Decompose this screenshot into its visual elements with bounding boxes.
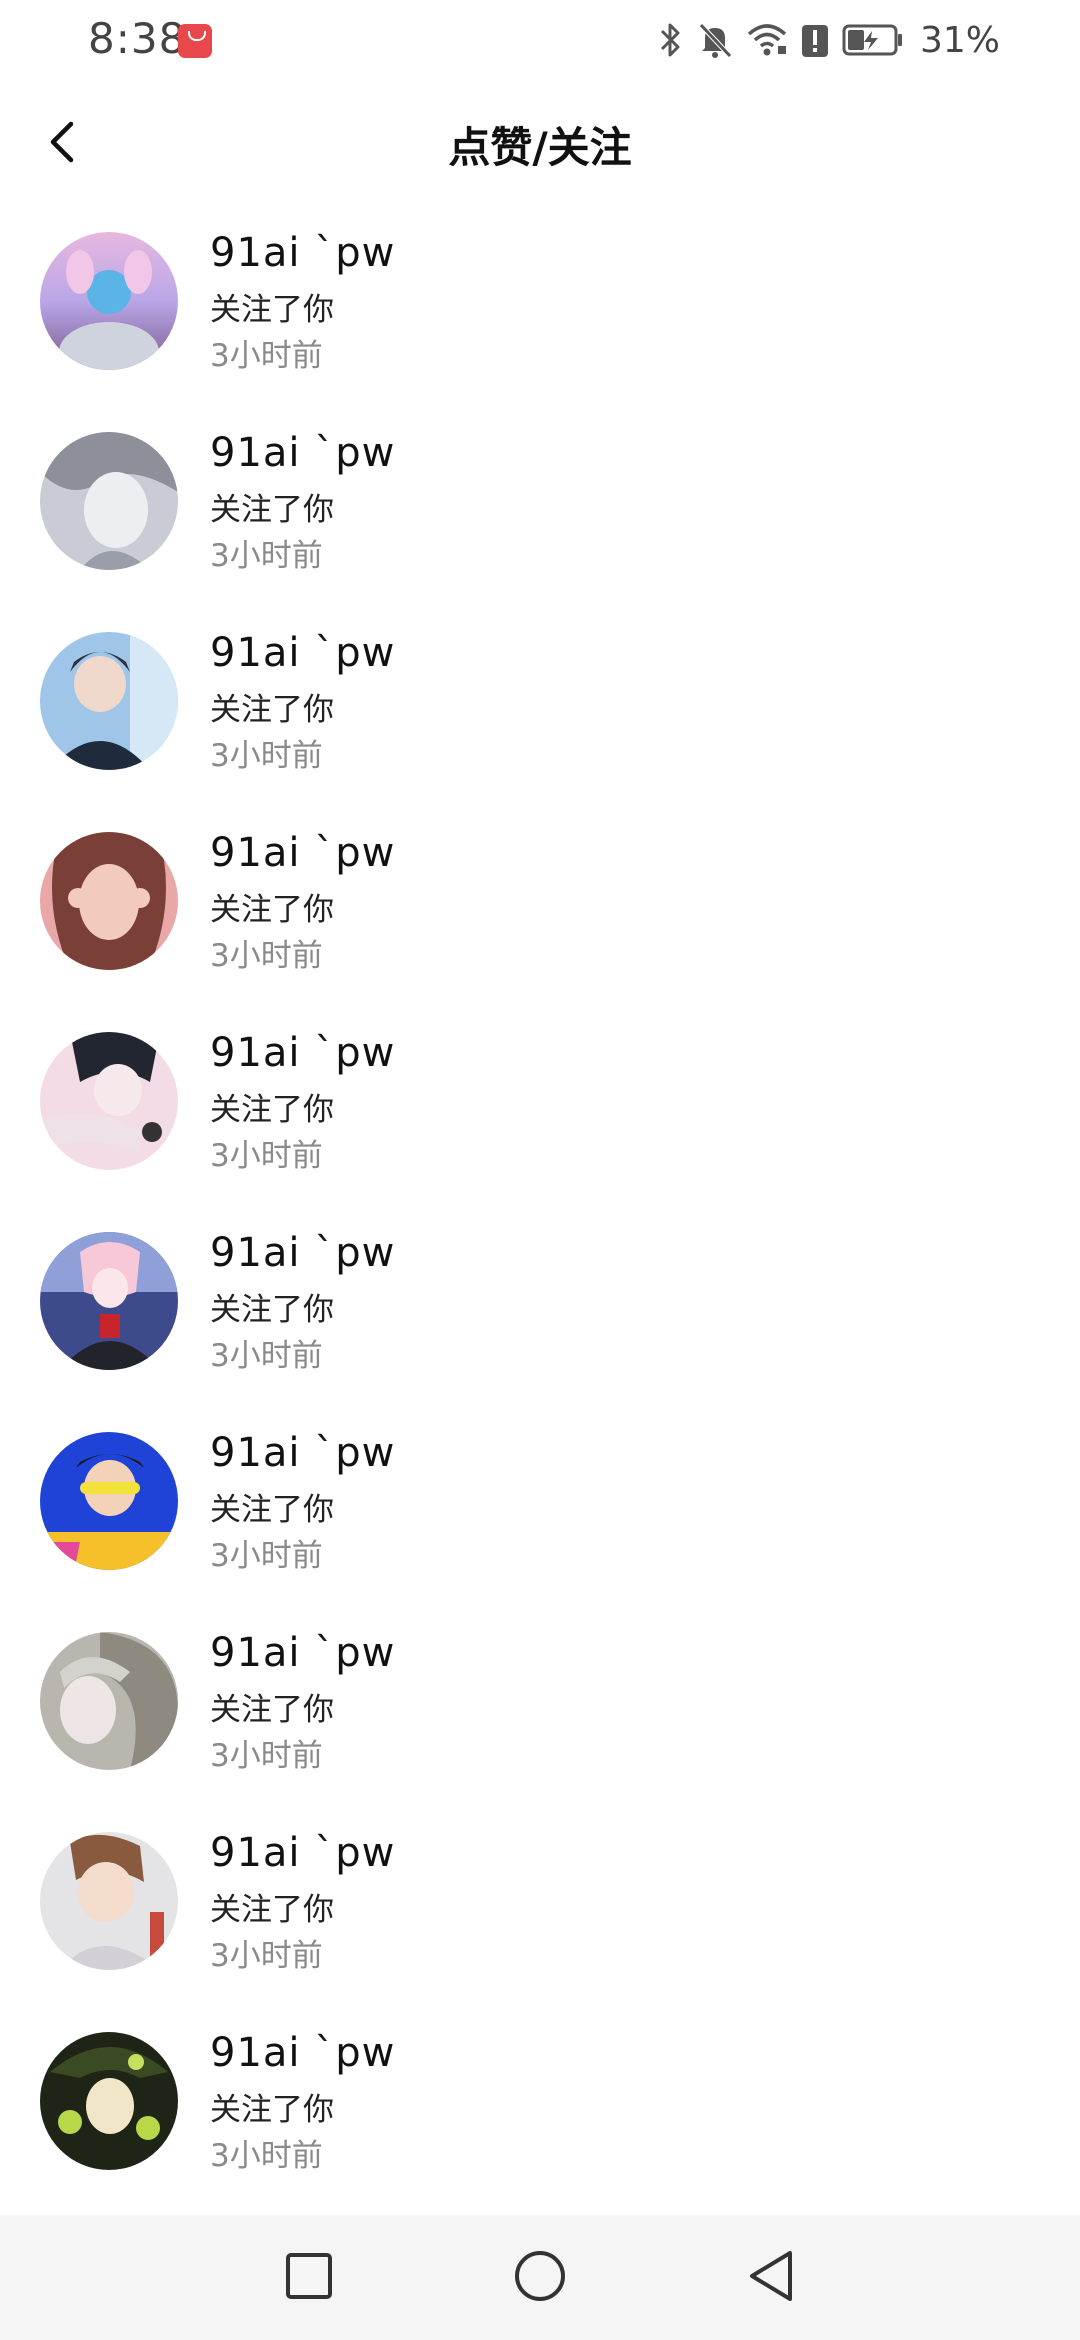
notification-action: 关注了你 <box>210 1492 334 1528</box>
notification-action: 关注了你 <box>210 1692 334 1728</box>
bluetooth-icon <box>658 20 684 60</box>
battery-charging-icon <box>842 20 904 60</box>
notification-action: 关注了你 <box>210 1892 334 1928</box>
notification-time: 3小时前 <box>210 738 323 774</box>
navigation-bar <box>0 2215 1080 2340</box>
user-name[interactable]: 91ai `pw <box>210 230 395 276</box>
list-item[interactable]: 91ai `pw 关注了你 3小时前 <box>0 620 1080 820</box>
list-item[interactable]: 91ai `pw 关注了你 3小时前 <box>0 220 1080 420</box>
alert-icon <box>800 20 830 60</box>
notification-time: 3小时前 <box>210 1938 323 1974</box>
list-item[interactable]: 91ai `pw 关注了你 3小时前 <box>0 1220 1080 1420</box>
list-item[interactable]: 91ai `pw 关注了你 3小时前 <box>0 420 1080 620</box>
wifi-icon <box>746 20 788 60</box>
user-name[interactable]: 91ai `pw <box>210 830 395 876</box>
avatar[interactable] <box>40 1432 178 1570</box>
recent-apps-button[interactable] <box>272 2241 346 2315</box>
notification-list[interactable]: 91ai `pw 关注了你 3小时前 91ai `pw 关注了你 3小时前 91… <box>0 220 1080 2220</box>
notification-time: 3小时前 <box>210 1538 323 1574</box>
notification-action: 关注了你 <box>210 492 334 528</box>
notification-time: 3小时前 <box>210 1738 323 1774</box>
status-icons: 31% <box>658 18 1000 62</box>
notification-time: 3小时前 <box>210 338 323 374</box>
user-name[interactable]: 91ai `pw <box>210 1230 395 1276</box>
status-time: 8:38 <box>88 14 187 63</box>
notification-action: 关注了你 <box>210 1092 334 1128</box>
notification-action: 关注了你 <box>210 292 334 328</box>
list-item[interactable]: 91ai `pw 关注了你 3小时前 <box>0 2020 1080 2220</box>
list-item[interactable]: 91ai `pw 关注了你 3小时前 <box>0 820 1080 1020</box>
notification-time: 3小时前 <box>210 2138 323 2174</box>
back-triangle-icon <box>746 2249 796 2307</box>
avatar[interactable] <box>40 632 178 770</box>
avatar[interactable] <box>40 1632 178 1770</box>
battery-percent: 31% <box>919 19 1000 61</box>
list-item[interactable]: 91ai `pw 关注了你 3小时前 <box>0 1620 1080 1820</box>
list-item[interactable]: 91ai `pw 关注了你 3小时前 <box>0 1420 1080 1620</box>
user-name[interactable]: 91ai `pw <box>210 630 395 676</box>
avatar[interactable] <box>40 2032 178 2170</box>
notification-action: 关注了你 <box>210 892 334 928</box>
avatar[interactable] <box>40 1832 178 1970</box>
avatar[interactable] <box>40 1232 178 1370</box>
mute-icon <box>696 20 734 60</box>
avatar[interactable] <box>40 832 178 970</box>
notification-time: 3小时前 <box>210 1138 323 1174</box>
user-name[interactable]: 91ai `pw <box>210 1830 395 1876</box>
home-button[interactable] <box>503 2241 577 2315</box>
app-badge-icon <box>178 24 212 58</box>
user-name[interactable]: 91ai `pw <box>210 430 395 476</box>
user-name[interactable]: 91ai `pw <box>210 1430 395 1476</box>
notification-time: 3小时前 <box>210 538 323 574</box>
list-item[interactable]: 91ai `pw 关注了你 3小时前 <box>0 1820 1080 2020</box>
notification-action: 关注了你 <box>210 692 334 728</box>
status-bar: 8:38 31% <box>0 0 1080 84</box>
back-nav-button[interactable] <box>734 2241 808 2315</box>
user-name[interactable]: 91ai `pw <box>210 2030 395 2076</box>
notification-action: 关注了你 <box>210 2092 334 2128</box>
header: 点赞/关注 <box>0 96 1080 192</box>
page-title: 点赞/关注 <box>448 123 632 172</box>
home-icon <box>513 2249 567 2307</box>
notification-time: 3小时前 <box>210 938 323 974</box>
avatar[interactable] <box>40 432 178 570</box>
recent-apps-icon <box>284 2251 334 2305</box>
avatar[interactable] <box>40 232 178 370</box>
user-name[interactable]: 91ai `pw <box>210 1630 395 1676</box>
notification-time: 3小时前 <box>210 1338 323 1374</box>
list-item[interactable]: 91ai `pw 关注了你 3小时前 <box>0 1020 1080 1220</box>
notification-action: 关注了你 <box>210 1292 334 1328</box>
avatar[interactable] <box>40 1032 178 1170</box>
user-name[interactable]: 91ai `pw <box>210 1030 395 1076</box>
